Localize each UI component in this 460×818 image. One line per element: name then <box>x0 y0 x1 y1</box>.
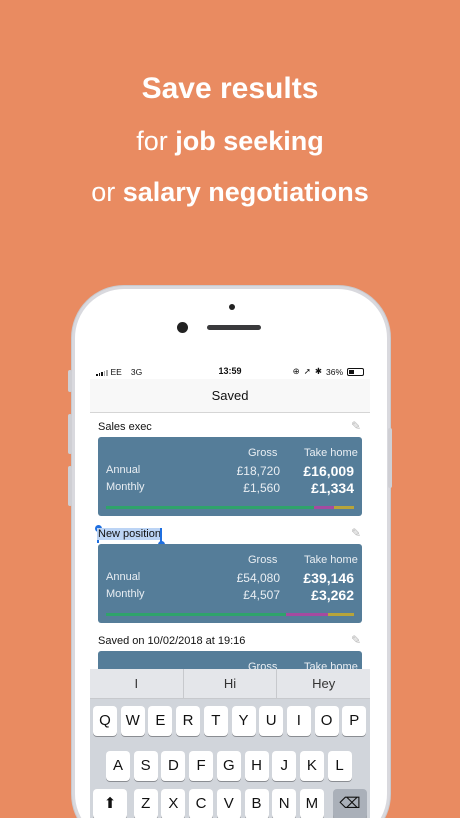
gross-annual-value: £18,720 <box>236 464 280 478</box>
earpiece-speaker <box>207 325 261 330</box>
key-row-2: A S D F G H J K L <box>90 751 370 783</box>
gross-header: Gross <box>248 554 278 566</box>
key-row-3: ⬆ Z X C V B N M ⌫ <box>90 789 370 818</box>
breakdown-bar <box>106 613 354 616</box>
saved-entry[interactable]: New position ✎ Gross Take home Annual Mo… <box>90 520 370 627</box>
pencil-icon[interactable]: ✎ <box>351 633 361 647</box>
pencil-icon[interactable]: ✎ <box>351 419 361 433</box>
take-home-monthly-value: £3,262 <box>311 587 354 603</box>
key-row-1: Q W E R T Y U I O P <box>90 706 370 738</box>
entry-title[interactable]: Saved on 10/02/2018 at 19:16 <box>98 635 245 647</box>
entry-title[interactable]: Sales exec <box>98 421 152 433</box>
battery-icon <box>347 367 364 376</box>
key-m[interactable]: M <box>299 789 324 818</box>
key-z[interactable]: Z <box>133 789 158 818</box>
key-g[interactable]: G <box>216 751 241 781</box>
breakdown-bar <box>106 506 354 509</box>
key-n[interactable]: N <box>272 789 297 818</box>
key-y[interactable]: Y <box>231 706 256 736</box>
subheadline-1-emphasis: job seeking <box>175 126 324 156</box>
gross-annual-value: £54,080 <box>236 571 280 585</box>
selection-caret-end <box>160 528 162 542</box>
volume-down-button <box>68 466 72 506</box>
power-button <box>388 428 392 488</box>
status-right: ⊕ ➚ ✱ 36% <box>293 366 364 377</box>
gross-header: Gross <box>248 447 278 459</box>
key-d[interactable]: D <box>161 751 186 781</box>
key-r[interactable]: R <box>176 706 201 736</box>
subheadline-2-prefix: or <box>91 177 123 207</box>
annual-label: Annual <box>106 464 141 476</box>
subheadline-2-emphasis: salary negotiations <box>122 177 369 207</box>
take-home-monthly-value: £1,334 <box>311 480 354 496</box>
key-i[interactable]: I <box>286 706 311 736</box>
subheadline-1: for job seeking <box>0 126 460 157</box>
key-l[interactable]: L <box>327 751 352 781</box>
key-b[interactable]: B <box>244 789 269 818</box>
prediction-2[interactable]: Hi <box>184 669 278 698</box>
location-icon: ➚ <box>303 366 311 376</box>
entry-title-input[interactable]: New position <box>97 528 162 540</box>
shift-icon[interactable]: ⬆ <box>93 789 127 818</box>
gross-monthly-value: £4,507 <box>243 588 280 602</box>
monthly-label: Monthly <box>106 481 145 493</box>
key-f[interactable]: F <box>189 751 214 781</box>
take-home-header: Take home <box>304 554 358 566</box>
saved-entry[interactable]: Sales exec ✎ Gross Take home Annual Mont… <box>90 413 370 520</box>
key-q[interactable]: Q <box>93 706 117 736</box>
annual-label: Annual <box>106 571 141 583</box>
key-w[interactable]: W <box>120 706 145 736</box>
status-bar: EE 3G 13:59 ⊕ ➚ ✱ 36% <box>90 363 370 379</box>
nav-title: Saved <box>211 388 249 403</box>
pencil-icon[interactable]: ✎ <box>351 526 361 540</box>
predictive-bar: I Hi Hey <box>90 669 370 699</box>
key-u[interactable]: U <box>259 706 284 736</box>
key-a[interactable]: A <box>106 751 130 781</box>
result-card[interactable]: Gross Take home Annual Monthly £54,080 £… <box>98 544 362 623</box>
key-k[interactable]: K <box>299 751 324 781</box>
backspace-icon[interactable]: ⌫ <box>333 789 367 818</box>
key-h[interactable]: H <box>244 751 269 781</box>
battery-percent: 36% <box>325 366 343 377</box>
monthly-label: Monthly <box>106 588 145 600</box>
prediction-3[interactable]: Hey <box>277 669 370 698</box>
mute-switch <box>68 370 72 392</box>
prediction-1[interactable]: I <box>90 669 184 698</box>
take-home-annual-value: £16,009 <box>303 463 354 479</box>
key-j[interactable]: J <box>272 751 297 781</box>
take-home-annual-value: £39,146 <box>303 570 354 586</box>
key-c[interactable]: C <box>189 789 214 818</box>
keyboard: I Hi Hey Q W E R T Y U I O P A S D F G H… <box>90 669 370 818</box>
key-o[interactable]: O <box>314 706 339 736</box>
subheadline-1-prefix: for <box>136 126 176 156</box>
key-v[interactable]: V <box>216 789 241 818</box>
subheadline-2: or salary negotiations <box>0 177 460 208</box>
key-t[interactable]: T <box>203 706 228 736</box>
headline: Save results <box>141 72 319 105</box>
phone-screen: EE 3G 13:59 ⊕ ➚ ✱ 36% Saved Sales exec ✎… <box>90 363 370 818</box>
volume-up-button <box>68 414 72 454</box>
front-camera <box>177 322 188 333</box>
key-p[interactable]: P <box>342 706 367 736</box>
navigation-bar: Saved <box>90 379 370 413</box>
result-card[interactable]: Gross Take home Annual Monthly £18,720 £… <box>98 437 362 516</box>
key-s[interactable]: S <box>133 751 158 781</box>
key-e[interactable]: E <box>148 706 173 736</box>
take-home-header: Take home <box>304 447 358 459</box>
gross-monthly-value: £1,560 <box>243 481 280 495</box>
orientation-lock-icon: ⊕ <box>292 366 300 376</box>
proximity-sensor <box>229 304 235 310</box>
bluetooth-icon: ✱ <box>314 366 322 376</box>
key-x[interactable]: X <box>161 789 186 818</box>
